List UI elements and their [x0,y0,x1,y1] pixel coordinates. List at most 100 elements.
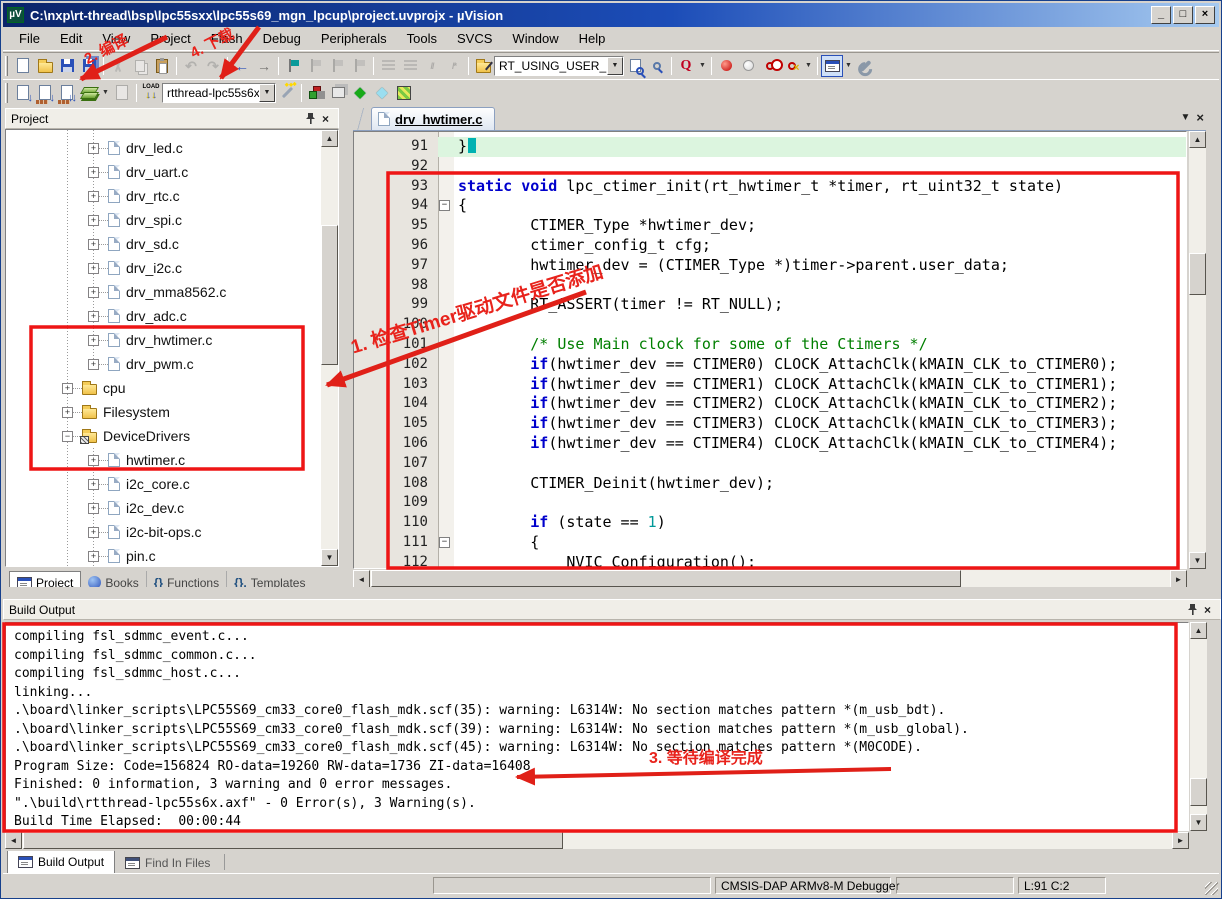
project-tree-scrollbar[interactable]: ▲ ▼ [321,130,338,566]
tree-item-cpu[interactable]: +cpu [6,376,321,400]
indent-right-button[interactable] [399,55,421,77]
code-line-98[interactable]: 98 [354,276,1186,296]
search-value[interactable]: RT_USING_USER_MAI [495,59,607,73]
build-output-vscrollbar[interactable]: ▲ ▼ [1190,622,1207,831]
tree-item-drv-adc-c[interactable]: +drv_adc.c [6,304,321,328]
bookmark-prev-button[interactable] [304,55,326,77]
resize-grip[interactable] [1205,882,1218,895]
bookmark-next-button[interactable] [326,55,348,77]
scroll-up-icon[interactable]: ▲ [1189,131,1206,148]
scroll-right-icon[interactable]: ► [1170,570,1187,588]
breakpoint-disable-all-button[interactable] [759,55,781,77]
breakpoint-enable-button[interactable] [737,55,759,77]
incremental-find-button[interactable] [646,55,668,77]
project-tree[interactable]: +drv_led.c+drv_uart.c+drv_rtc.c+drv_spi.… [5,129,339,567]
software-packs-button[interactable]: ◆ [371,82,393,104]
scroll-up-icon[interactable]: ▲ [321,130,338,147]
menu-item-view[interactable]: View [92,28,140,49]
menu-item-file[interactable]: File [9,28,50,49]
expand-plus-icon[interactable]: + [88,167,99,178]
code-line-111[interactable]: 111− { [354,533,1186,553]
tree-item-drv-sd-c[interactable]: +drv_sd.c [6,232,321,256]
expand-plus-icon[interactable]: + [88,239,99,250]
scroll-up-icon[interactable]: ▲ [1190,622,1207,639]
toolbar-grip[interactable] [5,83,8,103]
expand-plus-icon[interactable]: + [62,383,73,394]
code-line-95[interactable]: 95 CTIMER_Type *hwtimer_dev; [354,216,1186,236]
manage-rte-button[interactable] [305,82,327,104]
download-button[interactable]: LOAD↓↓ [140,82,162,104]
tree-item-i2c-dev-c[interactable]: +i2c_dev.c [6,496,321,520]
code-editor[interactable]: 91}9293static void lpc_ctimer_init(rt_hw… [353,131,1187,569]
tree-item-drv-hwtimer-c[interactable]: +drv_hwtimer.c [6,328,321,352]
restore-button[interactable]: □ [1173,6,1193,24]
code-line-109[interactable]: 109 [354,493,1186,513]
scrollbar-thumb[interactable] [23,832,563,849]
manage-project-items-button[interactable] [393,82,415,104]
expand-plus-icon[interactable]: + [88,263,99,274]
windows-layout-button[interactable] [327,82,349,104]
minimize-button[interactable]: _ [1151,6,1171,24]
toolbar-grip[interactable] [5,56,8,76]
close-panel-icon[interactable]: × [318,112,333,126]
tree-item-i2c-core-c[interactable]: +i2c_core.c [6,472,321,496]
expand-plus-icon[interactable]: + [88,191,99,202]
expand-plus-icon[interactable]: + [88,215,99,226]
scrollbar-thumb[interactable] [1189,253,1206,295]
code-line-96[interactable]: 96 ctimer_config_t cfg; [354,236,1186,256]
menu-item-project[interactable]: Project [140,28,200,49]
code-line-110[interactable]: 110 if (state == 1) [354,513,1186,533]
expand-plus-icon[interactable]: + [88,335,99,346]
quick-find-dropdown[interactable]: ▼ [697,55,708,77]
editor-hscrollbar[interactable]: ◄ ► [353,570,1187,587]
cut-button[interactable] [107,55,129,77]
scroll-down-icon[interactable]: ▼ [321,549,338,566]
target-combobox[interactable]: rtthread-lpc55s6x ▼ [162,83,276,103]
fold-collapse-icon[interactable]: − [439,200,450,211]
collapse-minus-icon[interactable]: − [62,431,73,442]
batch-build-button[interactable] [78,82,100,104]
build-output-hscrollbar[interactable]: ◄ ► [5,832,1189,849]
breakpoint-toggle-button[interactable] [715,55,737,77]
quick-find-button[interactable]: Q [675,55,697,77]
menu-item-window[interactable]: Window [502,28,568,49]
pin-icon[interactable] [1185,603,1200,617]
expand-plus-icon[interactable]: + [88,287,99,298]
comment-button[interactable]: // [421,55,443,77]
build-button[interactable]: ↓ [34,82,56,104]
scroll-down-icon[interactable]: ▼ [1190,814,1207,831]
copy-button[interactable] [129,55,151,77]
pack-installer-button[interactable]: ◆ [349,82,371,104]
expand-plus-icon[interactable]: + [88,527,99,538]
bookmark-toggle-button[interactable] [282,55,304,77]
undo-button[interactable]: ↶ [180,55,202,77]
uncomment-button[interactable]: /* [443,55,465,77]
tree-item-filesystem[interactable]: +Filesystem [6,400,321,424]
new-file-button[interactable] [12,55,34,77]
indent-left-button[interactable] [377,55,399,77]
tree-item-drv-i2c-c[interactable]: +drv_i2c.c [6,256,321,280]
vertical-splitter[interactable] [339,107,353,597]
scrollbar-thumb[interactable] [1190,778,1207,806]
code-line-106[interactable]: 106 if(hwtimer_dev == CTIMER4) CLOCK_Att… [354,434,1186,454]
target-options-button[interactable] [276,82,298,104]
horizontal-splitter[interactable] [3,587,1219,599]
code-line-97[interactable]: 97 hwtimer_dev = (CTIMER_Type *)timer->p… [354,256,1186,276]
tree-item-drv-led-c[interactable]: +drv_led.c [6,136,321,160]
code-line-108[interactable]: 108 CTIMER_Deinit(hwtimer_dev); [354,474,1186,494]
scroll-right-icon[interactable]: ► [1172,832,1189,849]
stop-build-button[interactable] [111,82,133,104]
tab-drv-hwtimer[interactable]: drv_hwtimer.c [371,107,495,130]
tab-build-output[interactable]: Build Output [7,851,115,874]
scrollbar-thumb[interactable] [371,570,961,587]
navigate-back-button[interactable]: ← [231,55,253,77]
search-combobox[interactable]: RT_USING_USER_MAI ▼ [494,56,624,76]
code-line-103[interactable]: 103 if(hwtimer_dev == CTIMER1) CLOCK_Att… [354,375,1186,395]
tree-item-devicedrivers[interactable]: −DeviceDrivers [6,424,321,448]
chevron-down-icon[interactable]: ▼ [607,57,623,75]
redo-button[interactable]: ↷ [202,55,224,77]
scrollbar-thumb[interactable] [321,225,338,365]
tree-item-drv-pwm-c[interactable]: +drv_pwm.c [6,352,321,376]
code-line-101[interactable]: 101 /* Use Main clock for some of the Ct… [354,335,1186,355]
bookmark-clear-button[interactable] [348,55,370,77]
